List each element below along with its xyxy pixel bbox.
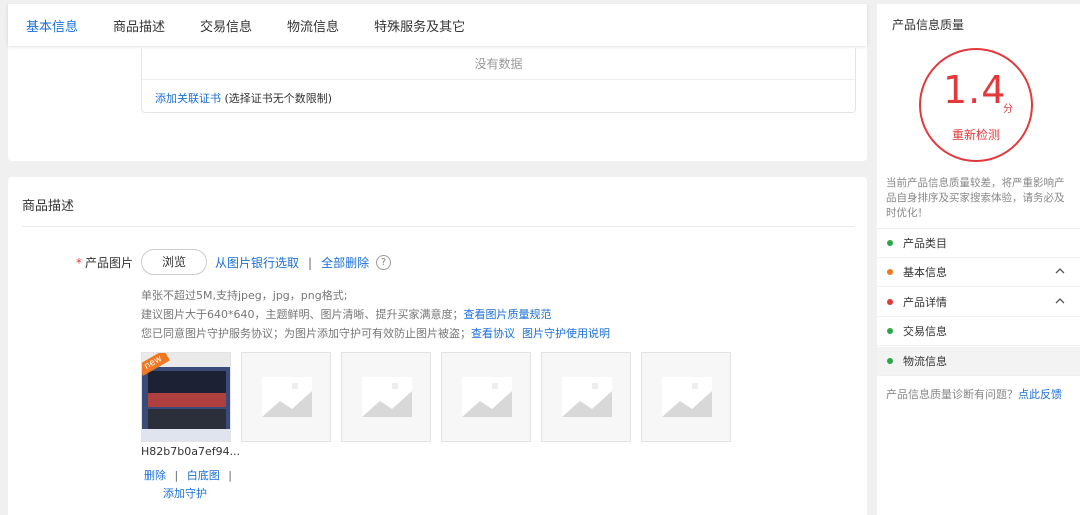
thumbnail-actions: 删除 | 白底图 |: [144, 467, 237, 483]
uploaded-image-thumbnail[interactable]: new: [141, 352, 231, 442]
score-circle: 1.4 分 重新检测: [919, 48, 1033, 162]
status-dot: [887, 240, 893, 246]
image-placeholder-icon: [262, 377, 312, 417]
quality-score: 1.4: [943, 68, 1007, 112]
status-dot: [887, 299, 893, 305]
empty-image-slot[interactable]: [541, 352, 631, 442]
quality-item-logistics-info[interactable]: 物流信息: [877, 347, 1080, 376]
image-quality-spec-link[interactable]: 查看图片质量规范: [464, 308, 552, 321]
empty-image-slot[interactable]: [441, 352, 531, 442]
delete-image-link[interactable]: 删除: [144, 469, 166, 482]
add-protection-link[interactable]: 添加守护: [163, 485, 207, 501]
chevron-up-icon[interactable]: [1054, 265, 1066, 277]
protect-guide-link[interactable]: 图片守护使用说明: [522, 327, 610, 340]
from-image-bank-link[interactable]: 从图片银行选取: [215, 254, 299, 271]
empty-image-slot[interactable]: [641, 352, 731, 442]
quality-warning: 当前产品信息质量较差，将严重影响产品自身排序及买家搜索体验，请务必及时优化！: [886, 177, 1065, 219]
add-certificate-link[interactable]: 添加关联证书: [155, 92, 221, 105]
basic-info-card: 基本信息 商品描述 交易信息 物流信息 特殊服务及其它 没有数据 添加关联证书 …: [8, 4, 867, 161]
status-dot: [887, 269, 893, 275]
image-placeholder-icon: [362, 377, 412, 417]
separator: |: [228, 469, 232, 482]
delete-all-link[interactable]: 全部删除: [321, 254, 369, 271]
tab-logistics-info[interactable]: 物流信息: [287, 16, 339, 35]
image-filename: H82b7b0a7ef94...: [141, 445, 241, 458]
image-hint-protect: 您已同意图片守护服务协议；为图片添加守护可有效防止图片被盗；查看协议 图片守护使…: [141, 327, 610, 340]
image-hint-size: 建议图片大于640*640，主题鲜明、图片清晰、提升买家满意度；查看图片质量规范: [141, 308, 552, 321]
certificate-add-row: 添加关联证书 (选择证书无个数限制): [155, 90, 332, 106]
section-divider: [22, 226, 855, 227]
tab-trade-info[interactable]: 交易信息: [200, 16, 252, 35]
white-background-link[interactable]: 白底图: [187, 469, 220, 482]
separator: |: [174, 469, 179, 482]
chevron-up-icon[interactable]: [1054, 295, 1066, 307]
feedback-row: 产品信息质量诊断有问题？点此反馈: [886, 388, 1062, 401]
quality-item-trade-info[interactable]: 交易信息: [877, 317, 1080, 346]
score-unit: 分: [1003, 104, 1013, 115]
status-dot: [887, 328, 893, 334]
recheck-button[interactable]: 重新检测: [921, 126, 1031, 143]
product-image-label: * 产品图片: [76, 256, 134, 270]
section-title: 商品描述: [22, 199, 75, 214]
help-icon[interactable]: ?: [376, 255, 392, 270]
browse-button[interactable]: 浏览: [141, 249, 207, 275]
tab-product-description[interactable]: 商品描述: [113, 16, 165, 35]
section-tabs: 基本信息 商品描述 交易信息 物流信息 特殊服务及其它: [8, 4, 867, 46]
empty-image-slot[interactable]: [341, 352, 431, 442]
quality-sidebar: 产品信息质量 1.4 分 重新检测 当前产品信息质量较差，将严重影响产品自身排序…: [877, 4, 1080, 515]
separator: |: [308, 255, 313, 270]
add-certificate-note: (选择证书无个数限制): [224, 92, 333, 105]
quality-item-basic-info[interactable]: 基本信息: [877, 258, 1080, 287]
tab-special-services[interactable]: 特殊服务及其它: [374, 16, 465, 35]
quality-item-category[interactable]: 产品类目: [877, 229, 1080, 258]
product-description-card: 商品描述 * 产品图片 浏览 从图片银行选取 | 全部删除 ? 单张不超过5M,支…: [8, 177, 867, 515]
tab-basic-info[interactable]: 基本信息: [26, 16, 78, 35]
image-placeholder-icon: [462, 377, 512, 417]
view-agreement-link[interactable]: 查看协议: [471, 327, 515, 340]
image-placeholder-icon: [662, 377, 712, 417]
image-actions: 从图片银行选取 | 全部删除 ?: [215, 254, 392, 271]
quality-title: 产品信息质量: [892, 18, 965, 32]
status-dot: [887, 358, 893, 364]
empty-image-slot[interactable]: [241, 352, 331, 442]
image-hint-format: 单张不超过5M,支持jpeg，jpg，png格式;: [141, 289, 348, 302]
required-mark: *: [76, 256, 82, 270]
certificate-empty-text: 没有数据: [142, 48, 855, 80]
image-placeholder-icon: [562, 377, 612, 417]
certificate-table: 没有数据 添加关联证书 (选择证书无个数限制): [141, 48, 856, 113]
feedback-link[interactable]: 点此反馈: [1018, 388, 1062, 401]
quality-item-product-detail[interactable]: 产品详情: [877, 288, 1080, 317]
